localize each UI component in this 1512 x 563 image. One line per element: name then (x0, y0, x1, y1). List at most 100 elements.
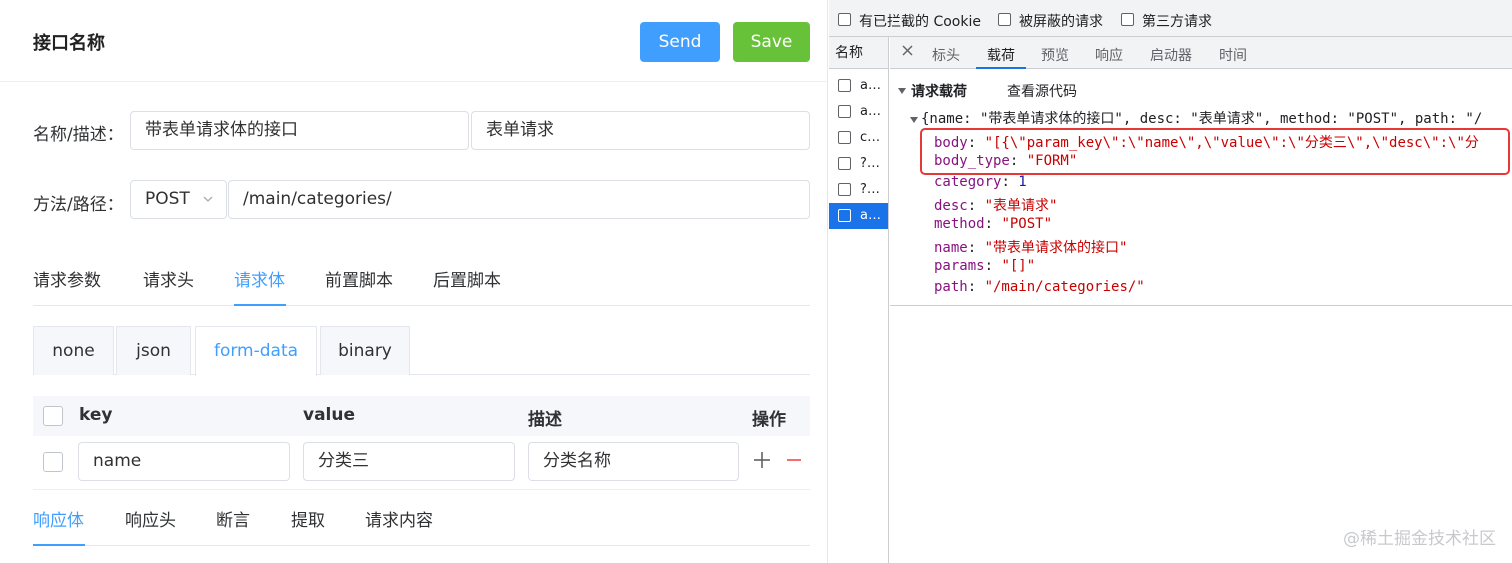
response-tabs: 响应体 响应头 断言 提取 请求内容 (33, 506, 810, 546)
body-type-json[interactable]: json (116, 326, 191, 375)
name-input[interactable]: 带表单请求体的接口 (130, 111, 469, 150)
tab-extract[interactable]: 提取 (291, 506, 325, 531)
body-type-none[interactable]: none (33, 326, 114, 375)
payload-property: params: "[]" (934, 258, 1036, 274)
request-name: c… (860, 130, 881, 145)
property-value: "表单请求" (984, 198, 1058, 214)
payload-section-title[interactable]: 请求载荷 (911, 81, 967, 101)
request-list: 名称 a… a… c… ?… ?… a… (829, 37, 889, 563)
request-checkbox[interactable] (838, 105, 851, 118)
payload-property: category: 1 (934, 174, 1027, 190)
method-path-label: 方法/路径： (33, 195, 124, 215)
payload-property: desc: "表单请求" (934, 198, 1058, 214)
request-row[interactable]: ?… (829, 151, 888, 177)
request-row[interactable]: a… (829, 73, 888, 99)
column-value: value (303, 405, 356, 425)
active-tab-indicator (33, 544, 85, 546)
tab-request-body[interactable]: 请求体 (234, 266, 285, 291)
tab-response-headers[interactable]: 响应头 (125, 506, 176, 531)
devtools-network-panel: 有已拦截的 Cookie 被屏蔽的请求 第三方请求 名称 a… a… c… ?…… (829, 0, 1512, 563)
request-row[interactable]: c… (829, 125, 888, 151)
property-key: desc (934, 198, 968, 214)
active-tab-indicator (976, 67, 1026, 69)
tab-request-content[interactable]: 请求内容 (365, 506, 433, 531)
payload-divider (890, 305, 1512, 306)
description-input[interactable]: 表单请求 (471, 111, 810, 150)
tab-timing[interactable]: 时间 (1219, 45, 1247, 65)
tab-response[interactable]: 响应 (1095, 45, 1123, 65)
tab-assertions[interactable]: 断言 (216, 506, 250, 531)
body-type-form-data[interactable]: form-data (195, 326, 317, 376)
chevron-down-icon (202, 181, 214, 233)
payload-property: path: "/main/categories/" (934, 279, 1145, 295)
column-actions: 操作 (752, 410, 786, 430)
active-tab-indicator (234, 304, 286, 306)
name-column-header[interactable]: 名称 (829, 37, 888, 69)
save-button[interactable]: Save (733, 22, 810, 62)
property-key: method (934, 216, 985, 232)
property-key: name (934, 240, 968, 256)
request-name: a… (860, 208, 881, 223)
tab-initiator[interactable]: 启动器 (1150, 45, 1192, 65)
method-select[interactable]: POST (130, 180, 227, 219)
filter-third-party-checkbox[interactable] (1121, 13, 1134, 26)
column-key: key (79, 405, 113, 425)
filter-blocked-cookies-checkbox[interactable] (838, 13, 851, 26)
property-value: "带表单请求体的接口" (984, 240, 1128, 256)
tab-payload[interactable]: 载荷 (987, 45, 1015, 65)
filter-blocked-requests-label: 被屏蔽的请求 (1019, 14, 1103, 30)
minus-icon[interactable] (786, 450, 802, 474)
property-value: "/main/categories/" (984, 279, 1145, 295)
request-name: a… (860, 78, 881, 93)
triangle-down-icon[interactable] (910, 112, 918, 128)
row-checkbox[interactable] (43, 452, 63, 472)
request-checkbox[interactable] (838, 131, 851, 144)
filter-third-party-label: 第三方请求 (1142, 14, 1212, 30)
send-button[interactable]: Send (640, 22, 720, 62)
select-all-checkbox[interactable] (43, 406, 63, 426)
tab-request-params[interactable]: 请求参数 (33, 266, 101, 291)
method-select-value: POST (145, 189, 190, 209)
tab-response-body[interactable]: 响应体 (33, 506, 84, 531)
detail-tabs: 标头 载荷 预览 响应 启动器 时间 (890, 37, 1512, 69)
property-key: category (934, 174, 1002, 190)
row-divider (33, 489, 810, 490)
payload-view: 请求载荷 查看源代码 {name: "带表单请求体的接口", desc: "表单… (890, 70, 1512, 310)
api-editor-panel: 接口名称 Send Save 名称/描述： 带表单请求体的接口 表单请求 方法/… (0, 0, 828, 563)
tab-post-script[interactable]: 后置脚本 (433, 266, 501, 291)
request-row-selected[interactable]: a… (829, 203, 888, 229)
name-desc-label: 名称/描述： (33, 125, 124, 145)
tab-pre-script[interactable]: 前置脚本 (325, 266, 393, 291)
row-key-input[interactable]: name (78, 442, 290, 481)
property-value: "POST" (1001, 216, 1053, 232)
tab-request-headers[interactable]: 请求头 (143, 266, 194, 291)
network-filter-bar: 有已拦截的 Cookie 被屏蔽的请求 第三方请求 (829, 0, 1512, 37)
close-icon[interactable] (902, 44, 913, 60)
request-checkbox[interactable] (838, 183, 851, 196)
body-type-binary[interactable]: binary (320, 326, 410, 375)
request-row[interactable]: a… (829, 99, 888, 125)
body-type-tabs: none json form-data binary (33, 326, 810, 376)
request-checkbox[interactable] (838, 157, 851, 170)
request-checkbox[interactable] (838, 209, 851, 222)
property-value: "[]" (1001, 258, 1036, 274)
highlight-box (920, 128, 1510, 175)
watermark: @稀土掘金技术社区 (1343, 529, 1496, 549)
plus-icon[interactable] (752, 450, 772, 474)
request-name: ?… (860, 156, 880, 171)
view-source-link[interactable]: 查看源代码 (1007, 81, 1077, 101)
row-desc-input[interactable]: 分类名称 (528, 442, 739, 481)
triangle-down-icon[interactable] (898, 83, 906, 99)
request-name: ?… (860, 182, 880, 197)
request-row[interactable]: ?… (829, 177, 888, 203)
tab-preview[interactable]: 预览 (1041, 45, 1069, 65)
request-name: a… (860, 104, 881, 119)
column-desc: 描述 (528, 410, 562, 430)
filter-blocked-requests-checkbox[interactable] (998, 13, 1011, 26)
request-checkbox[interactable] (838, 79, 851, 92)
property-value: 1 (1018, 174, 1027, 190)
payload-property: name: "带表单请求体的接口" (934, 240, 1128, 256)
path-input[interactable]: /main/categories/ (228, 180, 810, 219)
row-value-input[interactable]: 分类三 (303, 442, 515, 481)
tab-headers[interactable]: 标头 (932, 45, 960, 65)
